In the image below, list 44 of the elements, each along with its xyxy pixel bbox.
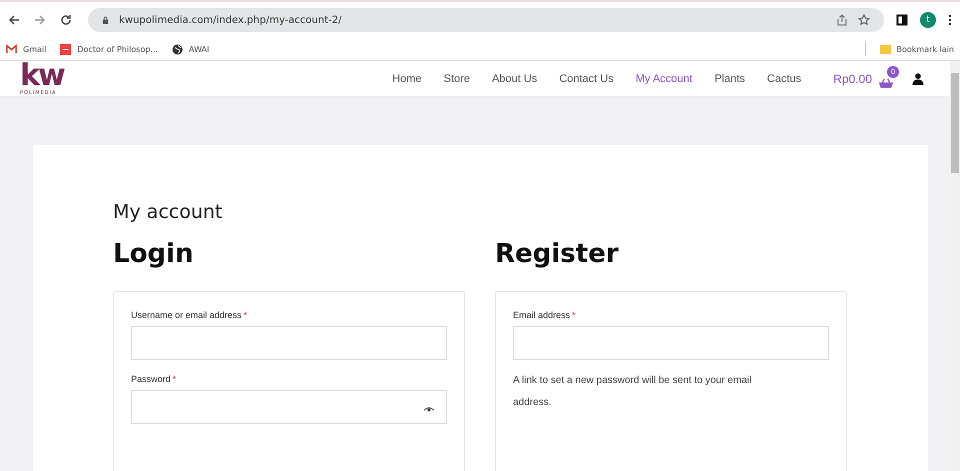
required-mark: * [572, 310, 576, 320]
input-field[interactable] [131, 390, 447, 424]
mail-icon [6, 44, 17, 54]
field-label: Username or email address [131, 310, 242, 320]
input-field[interactable] [131, 326, 447, 360]
favicon-icon [60, 44, 72, 54]
bookmarks-folder[interactable]: Bookmark lain [880, 44, 954, 54]
basket-icon[interactable] [878, 76, 894, 88]
eye-icon[interactable] [424, 407, 434, 412]
user-icon[interactable] [912, 72, 924, 84]
profile-avatar[interactable]: t [920, 12, 936, 28]
page-title: My account [113, 201, 224, 223]
forward-icon[interactable] [34, 14, 46, 26]
back-icon[interactable] [8, 14, 20, 26]
star-icon[interactable] [858, 14, 870, 26]
nav-link[interactable]: Store [444, 72, 470, 84]
menu-icon[interactable] [948, 14, 952, 26]
scrollbar[interactable] [950, 61, 960, 471]
input-field[interactable] [513, 326, 829, 360]
required-mark: * [244, 310, 248, 320]
field-label: Email address [513, 310, 570, 320]
nav-link[interactable]: Home [392, 72, 422, 84]
share-icon[interactable] [836, 14, 848, 26]
section-heading: Register [495, 239, 620, 269]
field-label: Password [131, 374, 171, 384]
bookmark[interactable]: Gmail [6, 44, 46, 54]
required-mark: * [172, 374, 176, 384]
side-panel-icon[interactable] [896, 14, 908, 26]
section-heading: Login [113, 239, 194, 269]
nav-link[interactable]: Plants [714, 72, 746, 84]
bookmark[interactable]: AWAI [172, 44, 210, 54]
globe-icon [172, 44, 183, 54]
bookmark[interactable]: Doctor of Philosop... [60, 44, 158, 54]
reload-icon[interactable] [60, 14, 72, 26]
cart-total[interactable]: Rp0.00 [833, 72, 872, 86]
nav-link[interactable]: My Account [636, 72, 692, 84]
folder-icon [880, 44, 890, 54]
help-text: A link to set a new password will be sent to your email address. [513, 374, 752, 410]
nav-link[interactable]: Contact Us [559, 72, 614, 84]
nav-link[interactable]: Cactus [767, 72, 802, 84]
lock-icon [102, 16, 109, 24]
address-bar[interactable]: kwupolimedia.com/index.php/my-account-2/ [88, 8, 884, 32]
url-text: kwupolimedia.com/index.php/my-account-2/ [119, 14, 342, 26]
nav-link[interactable]: About Us [492, 72, 538, 84]
